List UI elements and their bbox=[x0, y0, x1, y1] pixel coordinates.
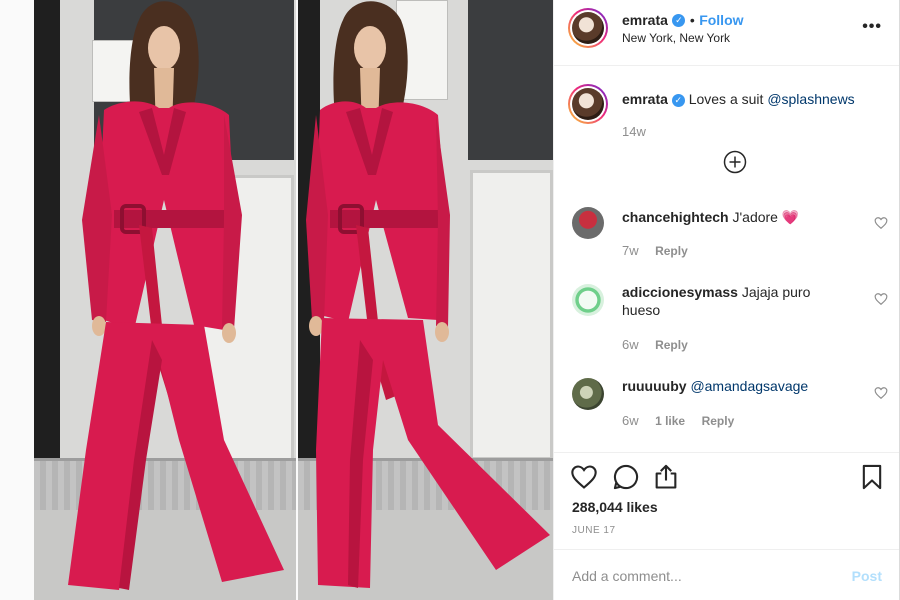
comment-timestamp[interactable]: 6w bbox=[622, 413, 639, 428]
comment-username[interactable]: adiccionesymass bbox=[622, 284, 738, 300]
comment-item: ruuuuuby @amandagsavage 6w 1 like Reply bbox=[554, 376, 900, 446]
comment-timestamp[interactable]: 7w bbox=[622, 243, 639, 258]
heart-icon[interactable] bbox=[570, 463, 598, 491]
caption-username[interactable]: emrata bbox=[622, 91, 668, 107]
load-more-comments-icon[interactable] bbox=[723, 150, 747, 174]
heart-icon[interactable] bbox=[874, 386, 888, 400]
bookmark-icon[interactable] bbox=[858, 463, 886, 491]
comment-item: adiccionesymass Jajaja puro hueso 6w Rep… bbox=[554, 282, 900, 362]
post-date[interactable]: JUNE 17 bbox=[572, 525, 616, 536]
caption-line: emrata ✓ Loves a suit @splashnews bbox=[622, 91, 855, 107]
post-photo[interactable] bbox=[0, 0, 553, 600]
add-comment-input[interactable] bbox=[572, 568, 832, 584]
caption-text: Loves a suit bbox=[688, 91, 764, 107]
comment-text: J'adore 💗 bbox=[732, 209, 800, 225]
comment-item: chancehightech J'adore 💗 7w Reply bbox=[554, 205, 900, 275]
likes-count[interactable]: 288,044 likes bbox=[572, 499, 658, 515]
comment-reply-button[interactable]: Reply bbox=[702, 414, 735, 428]
follow-button[interactable]: Follow bbox=[699, 12, 743, 28]
share-icon[interactable] bbox=[652, 463, 680, 491]
photo-panel-right bbox=[298, 0, 553, 600]
heart-icon[interactable] bbox=[874, 292, 888, 306]
comment-username[interactable]: chancehightech bbox=[622, 209, 729, 225]
comment-reply-button[interactable]: Reply bbox=[655, 244, 688, 258]
commenter-avatar[interactable] bbox=[572, 207, 604, 239]
post-sidebar: emrata ✓ • Follow New York, New York •••… bbox=[553, 0, 900, 600]
post-header: emrata ✓ • Follow New York, New York ••• bbox=[554, 0, 900, 66]
more-options-icon[interactable]: ••• bbox=[862, 18, 882, 36]
author-avatar[interactable] bbox=[568, 8, 608, 48]
woman-in-pink-suit-figure bbox=[68, 1, 284, 590]
post-comment-button[interactable]: Post bbox=[852, 568, 882, 584]
commenter-avatar[interactable] bbox=[572, 378, 604, 410]
photo-panel-left bbox=[34, 0, 296, 600]
post-actions: 288,044 likes JUNE 17 bbox=[554, 452, 900, 548]
header-separator: • bbox=[689, 12, 695, 28]
add-comment-bar: Post bbox=[554, 549, 900, 600]
comment-meta: 6w Reply bbox=[622, 336, 688, 354]
comment-reply-button[interactable]: Reply bbox=[655, 338, 688, 352]
comment-icon[interactable] bbox=[612, 463, 640, 491]
comment-username[interactable]: ruuuuuby bbox=[622, 378, 687, 394]
heart-icon[interactable] bbox=[874, 216, 888, 230]
comment-meta: 6w 1 like Reply bbox=[622, 412, 734, 430]
caption-author-avatar[interactable] bbox=[568, 84, 608, 124]
commenter-avatar[interactable] bbox=[572, 284, 604, 316]
caption-timestamp[interactable]: 14w bbox=[622, 124, 646, 139]
comment-timestamp[interactable]: 6w bbox=[622, 337, 639, 352]
comment-likes-count[interactable]: 1 like bbox=[655, 414, 685, 428]
caption-mention-link[interactable]: @splashnews bbox=[767, 91, 854, 107]
comment-body: ruuuuuby @amandagsavage bbox=[622, 377, 852, 395]
header-author-line: emrata ✓ • Follow bbox=[622, 12, 744, 30]
post-caption: emrata ✓ Loves a suit @splashnews 14w bbox=[554, 80, 900, 140]
post-location[interactable]: New York, New York bbox=[622, 31, 730, 45]
woman-in-pink-suit-figure bbox=[306, 1, 550, 588]
comment-meta: 7w Reply bbox=[622, 242, 688, 260]
comment-body: adiccionesymass Jajaja puro hueso bbox=[622, 283, 852, 319]
author-username[interactable]: emrata bbox=[622, 12, 668, 28]
verified-badge-icon: ✓ bbox=[672, 14, 686, 28]
comment-body: chancehightech J'adore 💗 bbox=[622, 208, 852, 226]
verified-badge-icon: ✓ bbox=[671, 93, 685, 107]
comment-mention-link[interactable]: @amandagsavage bbox=[690, 378, 808, 394]
